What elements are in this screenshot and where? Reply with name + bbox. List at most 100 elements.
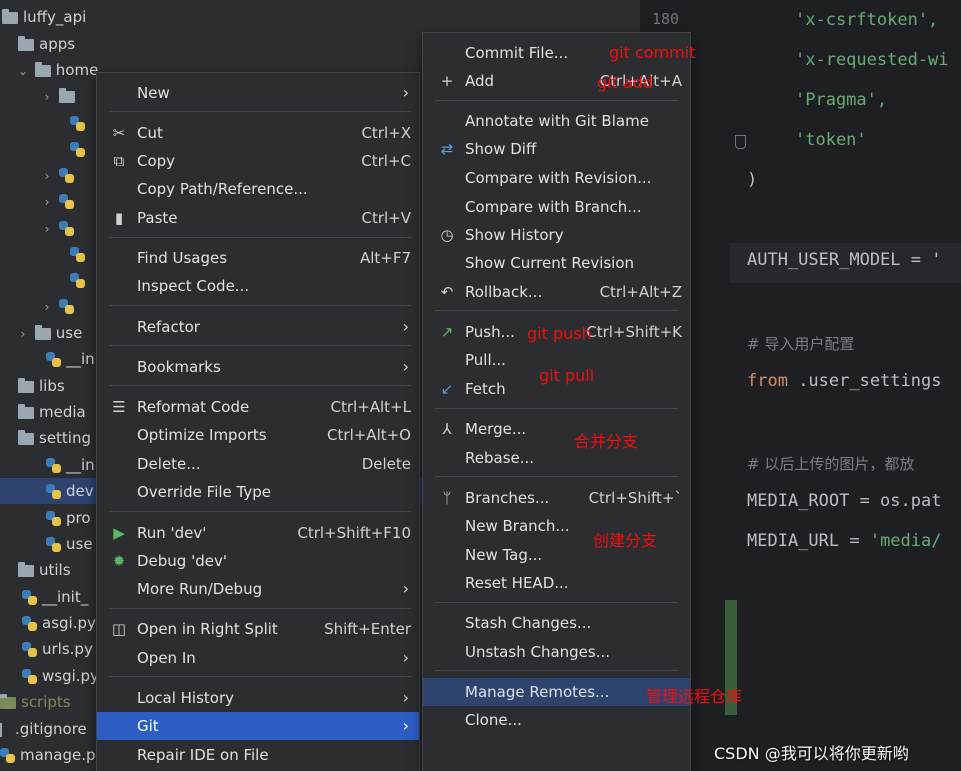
menu-separator <box>435 100 678 101</box>
tree-item-user[interactable]: › use <box>16 320 83 347</box>
git-reset-head[interactable]: Reset HEAD... <box>423 569 690 597</box>
chevron-right-icon[interactable]: › <box>40 294 54 320</box>
scissors-icon: ✂ <box>112 124 126 142</box>
csdn-watermark: CSDN @我可以将你更新哟 <box>714 744 909 763</box>
tree-item-pro[interactable]: pro <box>46 505 91 531</box>
code-line: AUTH_USER_MODEL = ' <box>747 250 942 270</box>
python-file-icon <box>46 352 61 367</box>
menu-item-git[interactable]: Git › <box>97 712 419 740</box>
git-rebase[interactable]: Rebase... <box>423 444 690 472</box>
tree-item[interactable]: › <box>40 162 79 188</box>
git-submenu[interactable]: Commit File... + Add Ctrl+Alt+A Annotate w… <box>422 32 691 771</box>
menu-item-run[interactable]: ▶ Run 'dev' Ctrl+Shift+F10 <box>97 519 419 547</box>
code-comment: # 以后上传的图片，都放 <box>747 455 915 473</box>
tree-item[interactable]: › <box>40 215 79 241</box>
python-file-icon <box>22 669 37 684</box>
menu-separator <box>435 670 678 671</box>
tree-item-home[interactable]: ⌄ home <box>16 57 98 83</box>
tree-item-wsgi[interactable]: wsgi.py <box>22 663 99 689</box>
menu-item-copy-path[interactable]: Copy Path/Reference... <box>97 175 419 203</box>
tree-item-init[interactable]: __in <box>46 452 95 478</box>
git-branches[interactable]: ᛘ Branches... Ctrl+Shift+` <box>423 484 690 512</box>
tree-item[interactable]: › <box>40 293 79 319</box>
git-compare-branch[interactable]: Compare with Branch... <box>423 193 690 221</box>
annotation-git-pull: git pull <box>539 366 595 385</box>
menu-item-override-file-type[interactable]: Override File Type <box>97 478 419 506</box>
git-unstash-changes[interactable]: Unstash Changes... <box>423 638 690 666</box>
menu-item-reformat-code[interactable]: ☰ Reformat Code Ctrl+Alt+L <box>97 393 419 421</box>
git-merge[interactable]: ⅄ Merge... <box>423 415 690 443</box>
tree-item[interactable] <box>70 241 90 267</box>
rollback-icon: ↶ <box>440 283 454 301</box>
menu-item-refactor[interactable]: Refactor › <box>97 313 419 341</box>
git-show-current-revision[interactable]: Show Current Revision <box>423 249 690 277</box>
tree-item-gitignore[interactable]: .gitignore <box>0 716 87 742</box>
menu-item-optimize-imports[interactable]: Optimize Imports Ctrl+Alt+O <box>97 421 419 449</box>
string-literal: 'media/ <box>869 531 942 551</box>
tree-item-init[interactable]: __init_ <box>22 584 88 610</box>
git-stash-changes[interactable]: Stash Changes... <box>423 609 690 637</box>
chevron-down-icon[interactable]: ⌄ <box>16 58 30 84</box>
tree-item-scripts[interactable]: scripts <box>0 689 71 715</box>
menu-item-bookmarks[interactable]: Bookmarks › <box>97 353 419 381</box>
tree-item-settings[interactable]: setting <box>18 425 91 451</box>
code-line: 'x-requested-wi <box>795 50 949 70</box>
context-menu[interactable]: New › ✂ Cut Ctrl+X ⧉ Copy Ctrl+C Copy Path/Re… <box>96 72 420 771</box>
folder-icon <box>0 693 16 709</box>
chevron-right-icon[interactable]: › <box>40 216 54 242</box>
menu-item-cut[interactable]: ✂ Cut Ctrl+X <box>97 119 419 147</box>
chevron-right-icon[interactable]: › <box>16 321 30 347</box>
python-file-icon <box>58 221 74 236</box>
git-show-history[interactable]: ◷ Show History <box>423 221 690 249</box>
menu-item-new[interactable]: New › <box>97 79 419 107</box>
menu-item-inspect-code[interactable]: Inspect Code... <box>97 272 419 300</box>
annotation-merge: 合并分支 <box>574 432 639 451</box>
tree-item-asgi[interactable]: asgi.py <box>22 610 96 636</box>
menu-item-open-right-split[interactable]: ◫ Open in Right Split Shift+Enter <box>97 615 419 643</box>
folder-icon <box>18 561 34 577</box>
menu-item-delete[interactable]: Delete... Delete <box>97 450 419 478</box>
git-clone[interactable]: Clone... <box>423 706 690 734</box>
python-file-icon <box>58 168 74 183</box>
tree-item[interactable]: › <box>40 83 80 109</box>
tree-item[interactable] <box>70 267 90 293</box>
clock-icon: ◷ <box>440 226 454 244</box>
chevron-right-icon[interactable]: › <box>40 189 54 215</box>
tree-item-manage[interactable]: manage.p <box>0 742 96 768</box>
menu-separator <box>109 111 411 112</box>
git-compare-revision[interactable]: Compare with Revision... <box>423 164 690 192</box>
tree-item[interactable] <box>70 110 90 136</box>
code-line: MEDIA_ROOT = os.pat <box>747 491 942 511</box>
folder-icon <box>58 87 75 103</box>
git-show-diff[interactable]: ⇄ Show Diff <box>423 135 690 163</box>
git-rollback[interactable]: ↶ Rollback... Ctrl+Alt+Z <box>423 278 690 306</box>
python-file-icon <box>22 616 37 631</box>
menu-separator <box>109 385 411 386</box>
tree-item-apps[interactable]: apps <box>18 31 75 57</box>
git-annotate-blame[interactable]: Annotate with Git Blame <box>423 107 690 135</box>
menu-item-repair-ide[interactable]: Repair IDE on File <box>97 741 419 769</box>
menu-item-paste[interactable]: ▮ Paste Ctrl+V <box>97 204 419 232</box>
tree-item-libs[interactable]: libs <box>18 373 65 399</box>
menu-item-open-in[interactable]: Open In › <box>97 644 419 672</box>
tree-item-media[interactable]: media <box>18 399 86 425</box>
menu-item-local-history[interactable]: Local History › <box>97 684 419 712</box>
python-file-icon <box>70 247 85 262</box>
tree-item-utils[interactable]: utils <box>18 557 71 583</box>
chevron-right-icon[interactable]: › <box>40 84 54 110</box>
tree-item-init[interactable]: __in <box>46 346 95 372</box>
tree-item[interactable]: › <box>40 188 79 214</box>
tree-item-luffy-api[interactable]: luffy_api <box>0 4 86 30</box>
menu-item-more-run-debug[interactable]: More Run/Debug › <box>97 575 419 603</box>
chevron-right-icon[interactable]: › <box>40 163 54 189</box>
tree-item-user-settings[interactable]: use <box>46 531 93 557</box>
fold-marker-icon[interactable] <box>735 135 746 149</box>
tree-item-urls[interactable]: urls.py <box>22 636 93 662</box>
menu-item-find-usages[interactable]: Find Usages Alt+F7 <box>97 244 419 272</box>
menu-item-debug[interactable]: ✹ Debug 'dev' <box>97 547 419 575</box>
menu-item-copy[interactable]: ⧉ Copy Ctrl+C <box>97 147 419 175</box>
folder-icon <box>2 8 18 24</box>
python-file-icon <box>46 458 61 473</box>
chevron-right-icon: › <box>402 83 409 102</box>
tree-item[interactable] <box>70 136 90 162</box>
